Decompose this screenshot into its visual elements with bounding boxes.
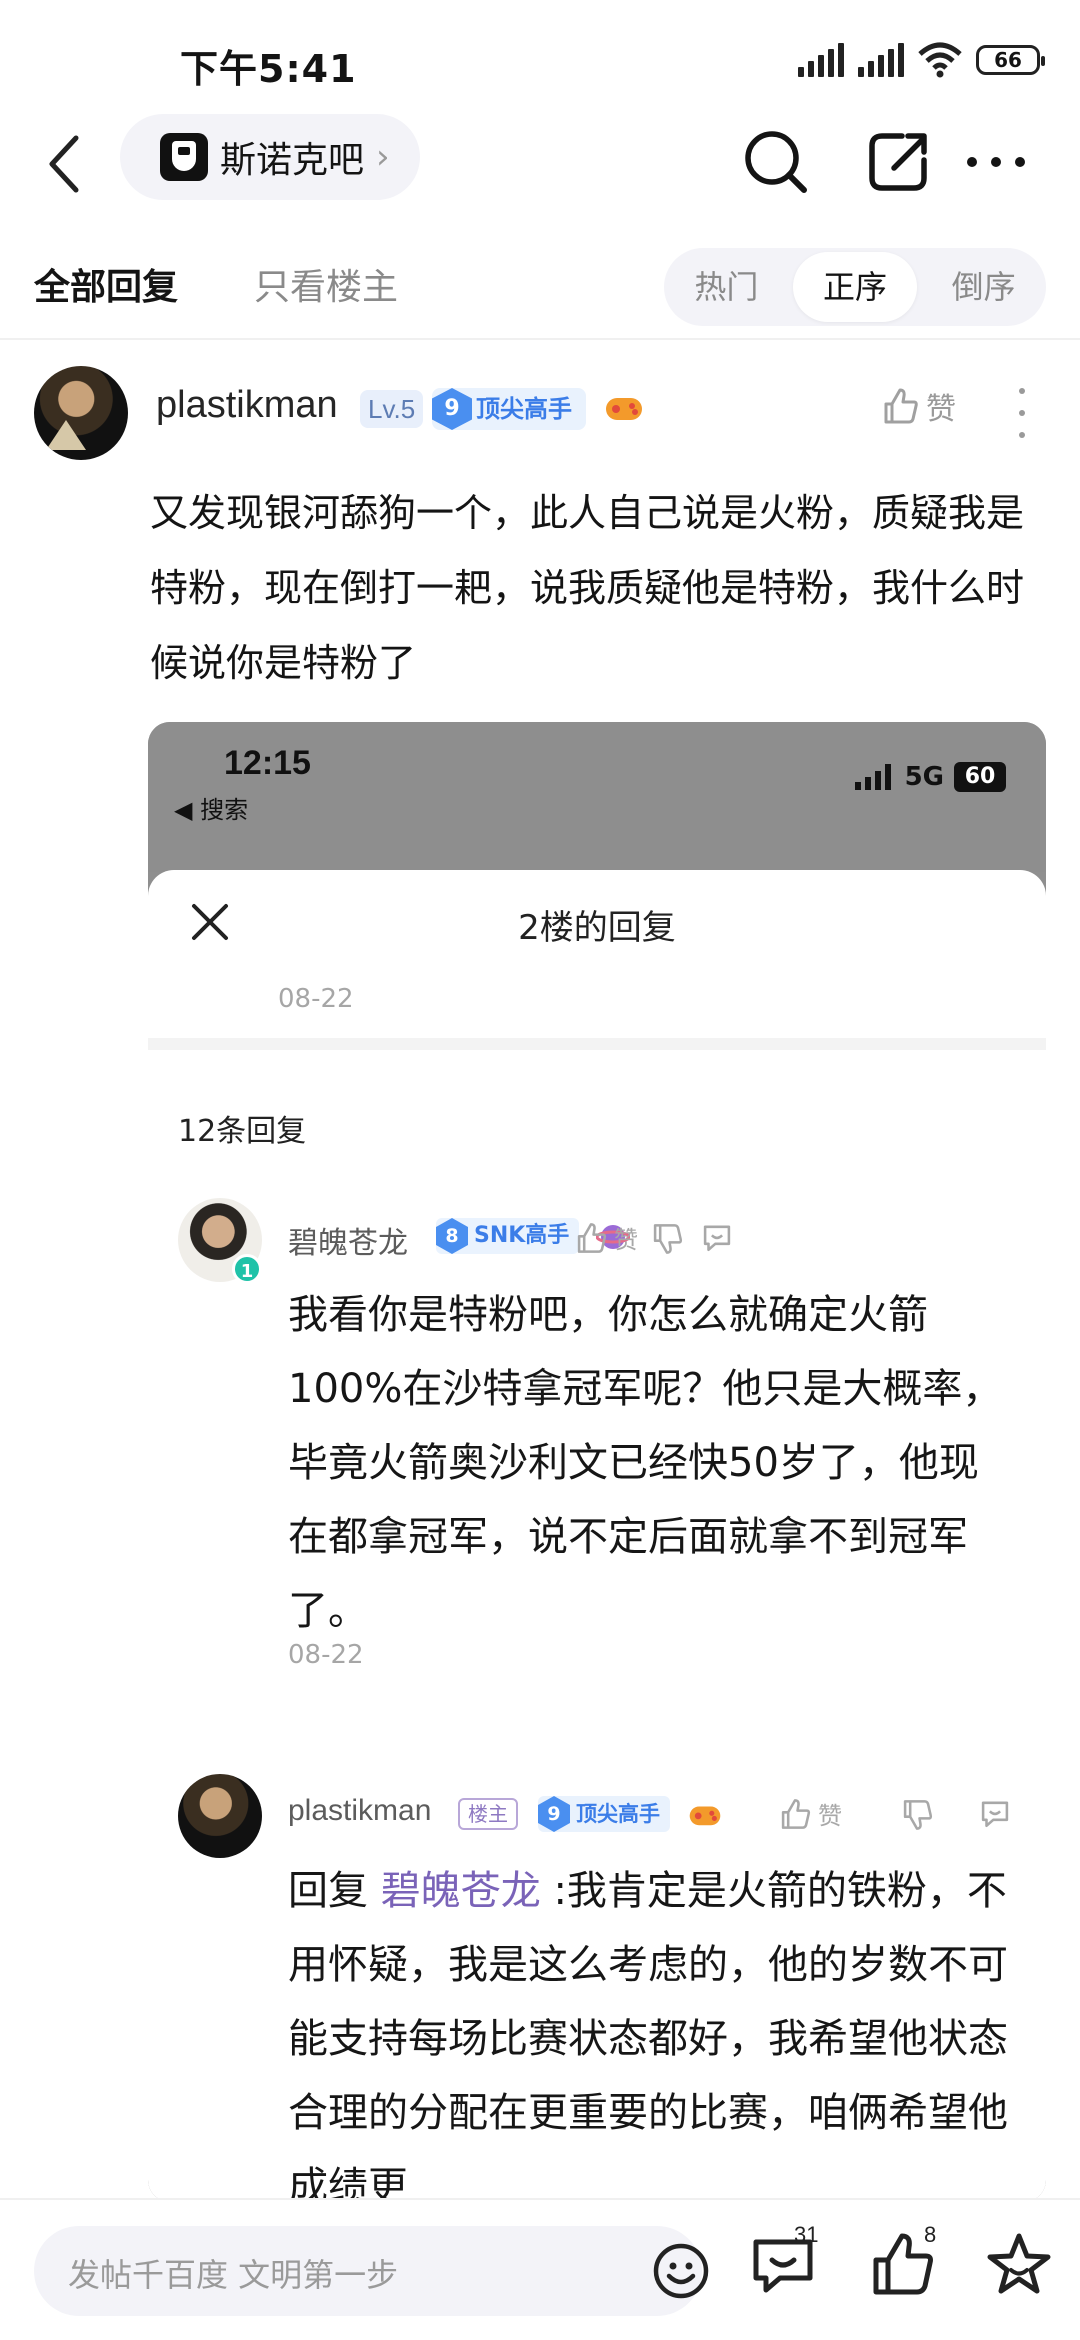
comment-icon — [981, 1801, 1009, 1828]
comment-count: 31 — [794, 2222, 819, 2247]
forum-logo-icon — [160, 133, 208, 181]
tab-all-replies[interactable]: 全部回复 — [34, 258, 178, 310]
reply-username: 碧魄苍龙 — [288, 1226, 408, 1261]
rank-title: 顶尖高手 — [476, 395, 572, 423]
reply-like: 赞 — [778, 1796, 842, 1831]
image-back-search: ◀ 搜索 — [174, 796, 249, 824]
comment-icon — [703, 1225, 731, 1252]
rank-badge: 9 顶尖高手 — [432, 388, 586, 430]
post-username[interactable]: plastikman — [156, 384, 338, 427]
level-badge: Lv.5 — [360, 390, 424, 428]
avatar[interactable] — [34, 366, 128, 460]
image-time: 12:15 — [224, 744, 311, 782]
avatar-level-badge: 1 — [232, 1254, 262, 1284]
gamepad-icon — [689, 1806, 721, 1826]
compose-placeholder: 发帖千百度 文明第一步 — [68, 2256, 399, 2294]
reply-body: :我肯定是火箭的铁粉，不用怀疑，我是这么考虑的，他的岁数不可能支持每场比赛状态都… — [288, 1868, 1008, 2202]
sheet-title: 2楼的回复 — [518, 908, 676, 948]
sort-toggle: 热门 正序 倒序 — [664, 248, 1046, 326]
gamepad-icon — [606, 398, 642, 420]
post-more-icon[interactable] — [1010, 388, 1034, 438]
more-dots-icon[interactable] — [956, 122, 1036, 202]
image-network: 5G — [904, 762, 944, 792]
divider — [148, 1038, 1046, 1050]
rank-badge: 9 顶尖高手 — [538, 1796, 670, 1832]
compose-input[interactable]: 发帖千百度 文明第一步 — [34, 2226, 709, 2316]
mention-link: 碧魄苍龙 — [380, 1868, 541, 1914]
cellular-signal-icon-2 — [858, 43, 904, 77]
reply-tabs: 全部回复 只看楼主 热门 正序 倒序 — [0, 240, 1080, 340]
cellular-signal-icon — [798, 43, 844, 77]
reply-date: 08-22 — [288, 1640, 364, 1670]
like-button[interactable]: 赞 — [880, 384, 956, 428]
back-arrow-icon[interactable] — [40, 132, 90, 196]
share-icon[interactable] — [858, 122, 938, 202]
emoji-icon[interactable] — [650, 2240, 712, 2302]
thumbs-up-icon — [884, 388, 918, 424]
sort-ascending[interactable]: 正序 — [792, 252, 918, 322]
image-signal-icon — [854, 764, 891, 790]
avatar — [178, 1774, 262, 1858]
tab-op-only[interactable]: 只看楼主 — [254, 258, 398, 310]
star-icon[interactable] — [984, 2230, 1054, 2300]
rank-badge: 8 SNK高手 — [436, 1218, 580, 1254]
image-battery: 60 — [954, 762, 1006, 792]
image-status: 5G 60 — [854, 762, 1006, 792]
like-count: 8 — [924, 2222, 937, 2247]
rank-number: 9 — [432, 388, 472, 430]
reply-text: 我看你是特粉吧，你怎么就确定火箭100%在沙特拿冠军呢？他只是大概率，毕竟火箭奥… — [288, 1292, 1003, 1634]
wifi-icon — [918, 42, 962, 78]
post-image[interactable]: 12:15 ◀ 搜索 5G 60 2楼的回复 08-22 12条回复 1 碧魄苍… — [148, 722, 1046, 2202]
sheet-date: 08-22 — [278, 984, 354, 1014]
reply-prefix: 回复 — [288, 1868, 368, 1914]
thumbs-up-icon — [577, 1222, 607, 1253]
like-label: 赞 — [926, 392, 956, 427]
search-icon[interactable] — [736, 122, 816, 202]
reply-count: 12条回复 — [178, 1114, 307, 1149]
reply-sheet: 2楼的回复 08-22 12条回复 1 碧魄苍龙 8 SNK高手 赞 我看你是特… — [148, 870, 1046, 2202]
rank-title: 顶尖高手 — [576, 1802, 660, 1826]
nav-bar: 斯诺克吧 › — [0, 110, 1080, 240]
reply-text: 回复 碧魄苍龙 :我肯定是火箭的铁粉，不用怀疑，我是这么考虑的，他的岁数不可能支… — [288, 1854, 1008, 2202]
sort-descending[interactable]: 倒序 — [921, 252, 1046, 322]
image-status-area: 12:15 ◀ 搜索 5G 60 — [148, 722, 1046, 872]
forum-name: 斯诺克吧 — [220, 140, 365, 181]
like-label: 赞 — [614, 1226, 638, 1254]
thumbs-down-icon — [653, 1224, 683, 1254]
status-time: 下午5:41 — [180, 47, 357, 91]
status-bar: 下午5:41 66 — [0, 0, 1080, 120]
post-text: 又发现银河舔狗一个，此人自己说是火粉，质疑我是特粉，现在倒打一耙，说我质疑他是特… — [150, 491, 1025, 685]
like-label: 赞 — [818, 1802, 842, 1830]
thumbs-up-icon — [781, 1798, 811, 1829]
chevron-right-icon: › — [376, 137, 390, 177]
op-tag: 楼主 — [458, 1798, 518, 1830]
status-icons: 66 — [798, 42, 1045, 78]
bottom-bar: 发帖千百度 文明第一步 31 8 — [0, 2198, 1080, 2340]
reply-username: plastikman — [288, 1794, 432, 1827]
battery-icon: 66 — [976, 45, 1045, 75]
reply-like: 赞 — [574, 1220, 638, 1255]
sort-hot[interactable]: 热门 — [664, 252, 789, 322]
forum-pill[interactable]: 斯诺克吧 › — [120, 114, 420, 200]
rank-number: 9 — [538, 1796, 570, 1832]
rank-number: 8 — [436, 1218, 468, 1254]
rank-title: SNK高手 — [474, 1223, 570, 1248]
thumbs-down-icon — [903, 1800, 933, 1830]
